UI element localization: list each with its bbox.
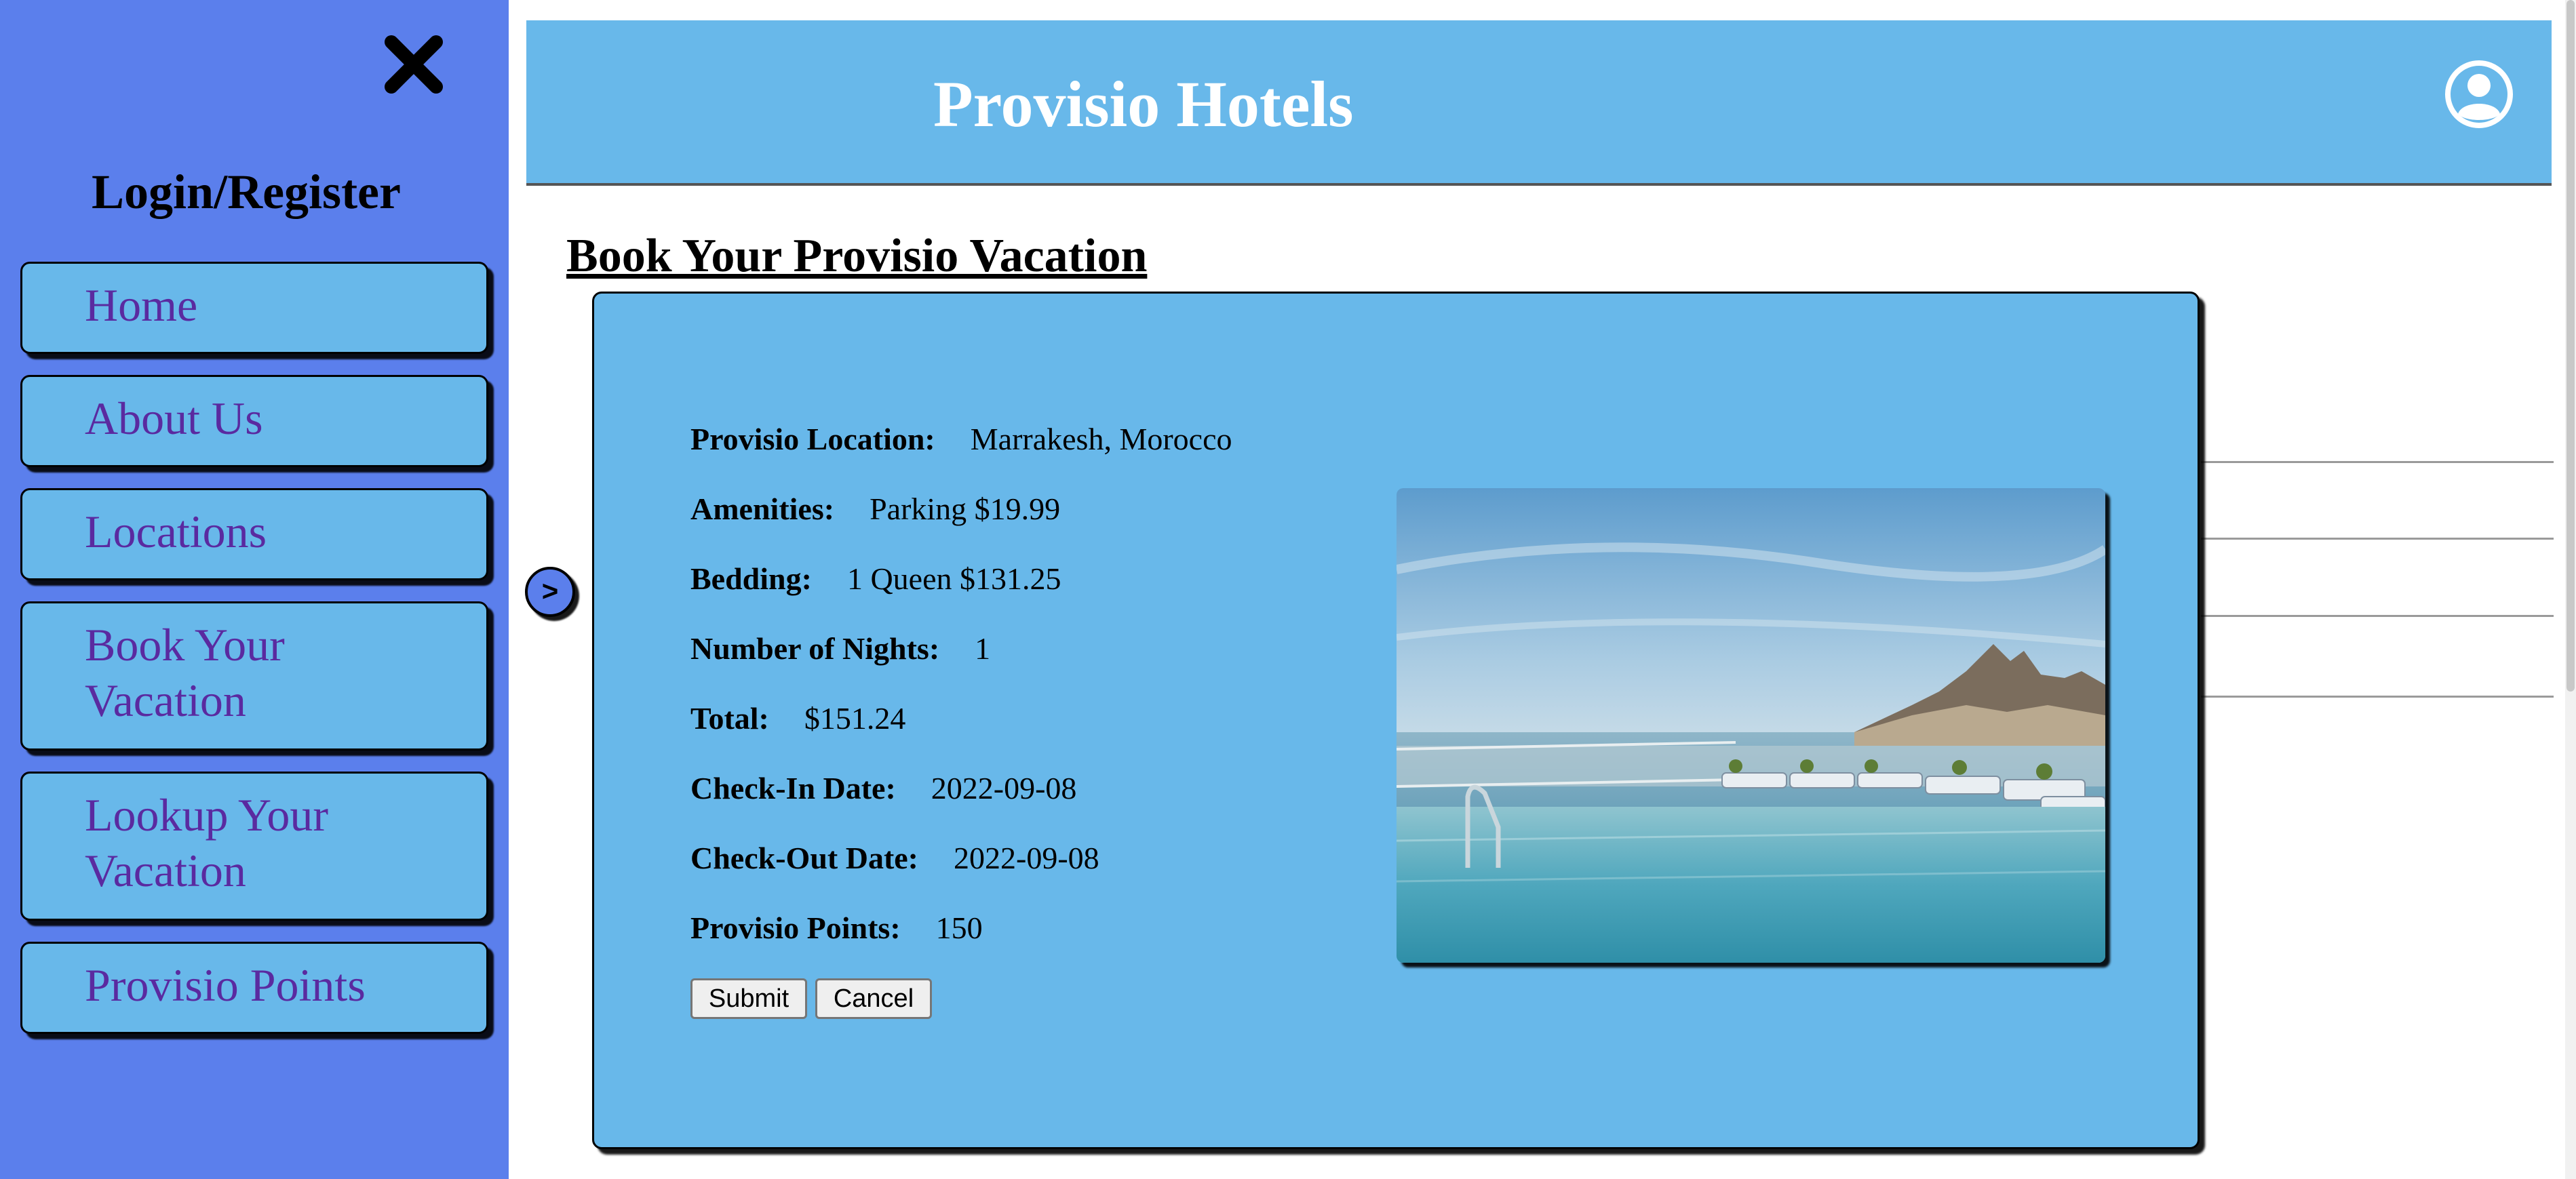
- cancel-button[interactable]: Cancel: [815, 978, 932, 1019]
- field-value: 1 Queen $131.25: [846, 561, 1061, 596]
- field-value: 150: [935, 911, 983, 945]
- field-label: Check-Out Date:: [690, 841, 918, 875]
- sidebar: Login/Register Home About Us Locations B…: [0, 0, 509, 1179]
- site-header: Provisio Hotels: [526, 20, 2552, 186]
- booking-summary-card: Provisio Location: Marrakesh, Morocco Ame…: [592, 292, 2200, 1149]
- field-value: 2022-09-08: [954, 841, 1099, 875]
- field-label: Check-In Date:: [690, 771, 896, 805]
- nav-locations-label: Locations: [85, 506, 267, 557]
- submit-button[interactable]: Submit: [690, 978, 807, 1019]
- field-points: Provisio Points: 150: [690, 910, 983, 946]
- nav-book-vacation-label: Book Your Vacation: [85, 619, 285, 726]
- user-account-icon[interactable]: [2444, 60, 2514, 129]
- slide-arrow-button[interactable]: >: [525, 567, 575, 617]
- nav-about-us-label: About Us: [85, 393, 263, 444]
- field-check-in: Check-In Date: 2022-09-08: [690, 770, 1076, 806]
- page-heading: Book Your Provisio Vacation: [566, 230, 1148, 282]
- field-label: Bedding:: [690, 561, 812, 596]
- divider-line: [2201, 696, 2554, 698]
- nav-lookup-vacation-label: Lookup Your Vacation: [85, 789, 328, 896]
- field-check-out: Check-Out Date: 2022-09-08: [690, 840, 1099, 876]
- nav-home[interactable]: Home: [20, 262, 488, 354]
- login-register-link[interactable]: Login/Register: [0, 164, 492, 220]
- scrollbar-thumb[interactable]: [2567, 0, 2575, 692]
- field-location: Provisio Location: Marrakesh, Morocco: [690, 421, 1232, 457]
- field-total: Total: $151.24: [690, 700, 905, 736]
- divider-line: [2201, 461, 2554, 463]
- divider-line: [2201, 538, 2554, 540]
- nav-book-vacation[interactable]: Book Your Vacation: [20, 601, 488, 751]
- field-bedding: Bedding: 1 Queen $131.25: [690, 561, 1061, 597]
- field-value: Parking $19.99: [870, 492, 1061, 526]
- nav-locations[interactable]: Locations: [20, 488, 488, 580]
- hotel-pool-image: [1397, 488, 2105, 963]
- nav-home-label: Home: [85, 279, 198, 331]
- site-title: Provisio Hotels: [933, 68, 1354, 140]
- nav-provisio-points-label: Provisio Points: [85, 959, 366, 1011]
- nav-lookup-vacation[interactable]: Lookup Your Vacation: [20, 772, 488, 921]
- field-label: Provisio Points:: [690, 911, 901, 945]
- field-value: 1: [975, 631, 991, 666]
- field-nights: Number of Nights: 1: [690, 631, 990, 666]
- field-amenities: Amenities: Parking $19.99: [690, 491, 1060, 527]
- nav-provisio-points[interactable]: Provisio Points: [20, 942, 488, 1034]
- field-label: Provisio Location:: [690, 422, 935, 456]
- field-label: Amenities:: [690, 492, 835, 526]
- nav-about-us[interactable]: About Us: [20, 375, 488, 467]
- field-value: 2022-09-08: [931, 771, 1077, 805]
- divider-line: [2201, 615, 2554, 617]
- field-value: $151.24: [804, 701, 906, 736]
- field-label: Total:: [690, 701, 769, 736]
- close-icon[interactable]: [383, 34, 444, 95]
- field-value: Marrakesh, Morocco: [970, 422, 1232, 456]
- field-label: Number of Nights:: [690, 631, 940, 666]
